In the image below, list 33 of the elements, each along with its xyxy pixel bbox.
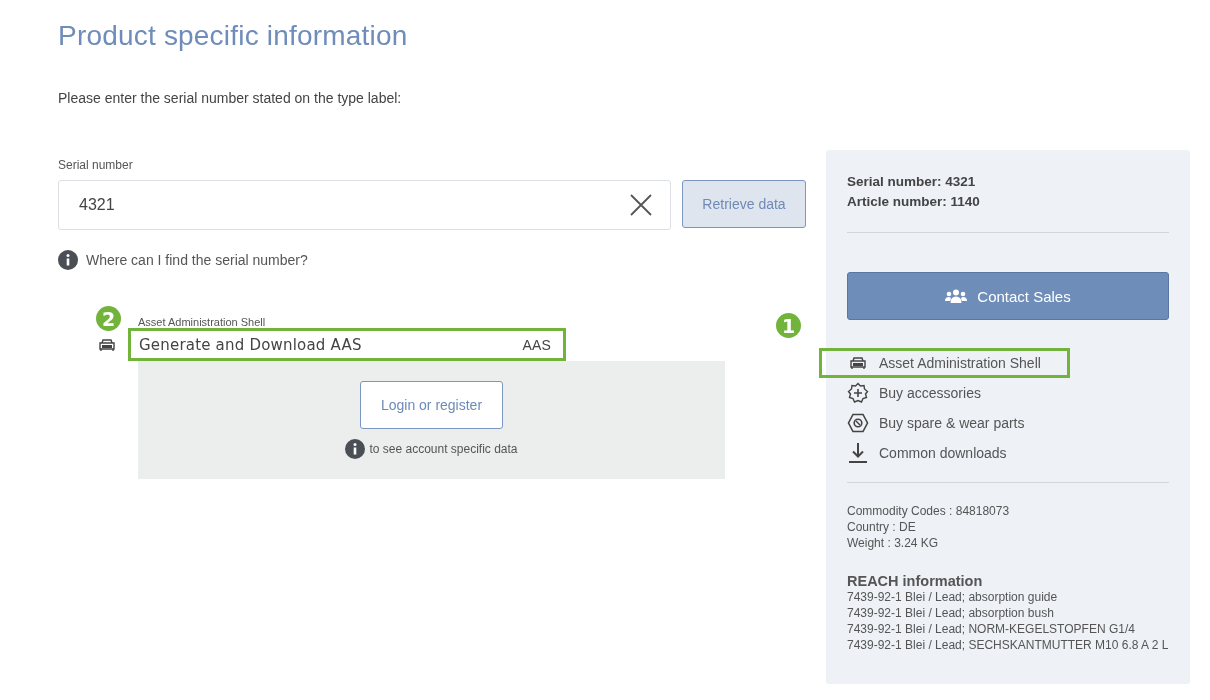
info-icon [345, 439, 366, 459]
generate-aas-field[interactable]: Generate and Download AAS AAS [128, 328, 566, 361]
field-label: Serial number [58, 158, 134, 172]
help-link[interactable]: Where can I find the serial number? [86, 252, 308, 268]
close-icon[interactable] [630, 194, 652, 216]
reach-item: 7439-92-1 Blei / Lead; absorption bush [847, 605, 1055, 621]
sidebar-link[interactable]: Buy spare & wear parts [819, 408, 1054, 438]
page-title: Product specific information [58, 20, 409, 52]
people-icon [945, 289, 968, 303]
detail-text: Country : DE [847, 519, 917, 535]
callout-badge: 1 [776, 313, 801, 338]
serial-number-text: Serial number: 4321 [847, 173, 977, 191]
aas-device-icon [849, 356, 867, 370]
reach-item: 7439-92-1 Blei / Lead; NORM-KEGELSTOPFEN G1/4 [847, 621, 1136, 637]
gear-plus-icon [847, 382, 869, 404]
reach-item: 7439-92-1 Blei / Lead; SECHSKANTMUTTER M10 6.8 A 2 L [847, 637, 1169, 653]
instruction-text: Please enter the serial number stated on the type label: [58, 90, 403, 106]
sidebar-link[interactable]: Buy accessories [819, 378, 1010, 408]
reach-item: 7439-92-1 Blei / Lead; absorption guide [847, 589, 1059, 605]
hex-nut-icon [847, 413, 869, 433]
serial-number-field[interactable]: 4321 [58, 180, 671, 230]
field-label: Asset Administration Shell [138, 316, 266, 328]
detail-text: Weight : 3.24 KG [847, 535, 940, 551]
reach-heading: REACH information [847, 573, 984, 589]
aas-device-icon [98, 337, 116, 352]
sidebar-link[interactable]: Common downloads [819, 438, 1036, 468]
info-icon [58, 250, 78, 270]
login-hint: to see account specific data [369, 442, 518, 456]
article-number-text: Article number: 1140 [847, 193, 981, 211]
download-icon [848, 442, 868, 464]
login-button[interactable]: Login or register [360, 381, 503, 429]
callout-badge: 2 [96, 306, 121, 331]
detail-text: Commodity Codes : 84818073 [847, 503, 1011, 519]
